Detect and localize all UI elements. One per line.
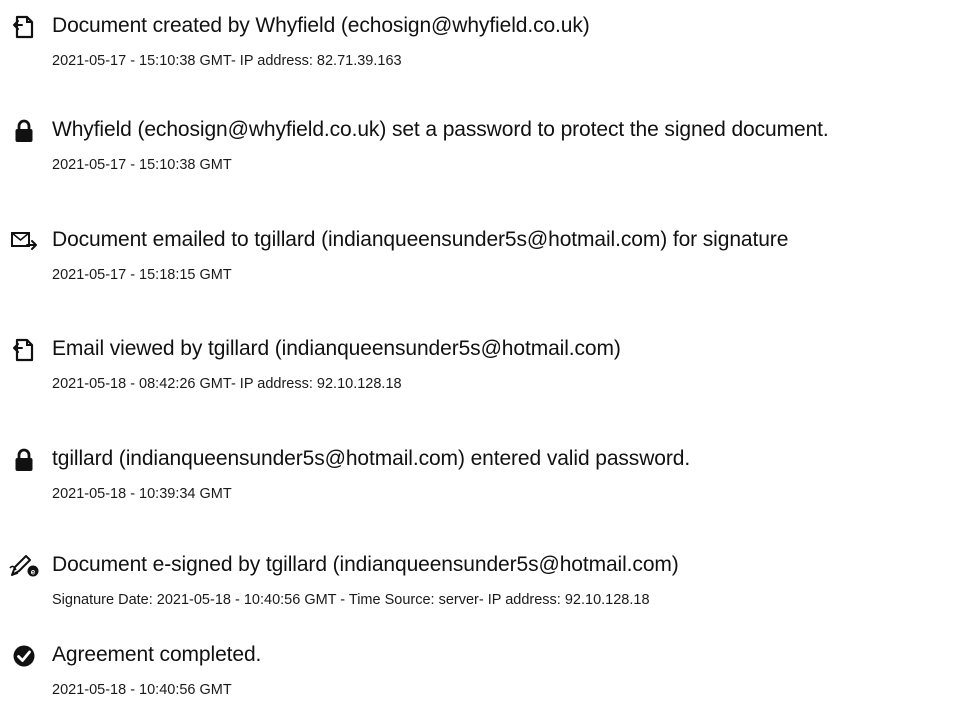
email-sent-icon: [8, 227, 40, 255]
lock-icon: [8, 117, 40, 145]
event-document-e-signed: e Document e-signed by tgillard (indianq…: [0, 550, 973, 620]
event-password-set: Whyfield (echosign@whyfield.co.uk) set a…: [0, 115, 973, 185]
event-description: Agreement completed.: [52, 643, 262, 666]
event-description: Email viewed by tgillard (indianqueensun…: [52, 337, 621, 360]
event-document-emailed: Document emailed to tgillard (indianquee…: [0, 225, 973, 295]
lock-icon: [8, 446, 40, 474]
event-details: 2021-05-18 - 10:39:34 GMT: [52, 486, 232, 502]
document-viewed-icon: [8, 336, 40, 364]
event-details: 2021-05-18 - 08:42:26 GMT- IP address: 9…: [52, 376, 402, 392]
event-email-viewed: Email viewed by tgillard (indianqueensun…: [0, 334, 973, 404]
event-document-created: Document created by Whyfield (echosign@w…: [0, 11, 973, 81]
event-description: Whyfield (echosign@whyfield.co.uk) set a…: [52, 118, 829, 141]
event-details: 2021-05-17 - 15:10:38 GMT- IP address: 8…: [52, 53, 402, 69]
event-details: Signature Date: 2021-05-18 - 10:40:56 GM…: [52, 592, 650, 608]
event-description: Document created by Whyfield (echosign@w…: [52, 14, 590, 37]
check-circle-icon: [8, 642, 40, 670]
e-sign-pen-icon: e: [8, 552, 40, 580]
event-details: 2021-05-17 - 15:18:15 GMT: [52, 267, 232, 283]
event-description: tgillard (indianqueensunder5s@hotmail.co…: [52, 447, 691, 470]
event-description: Document e-signed by tgillard (indianque…: [52, 553, 679, 576]
event-description: Document emailed to tgillard (indianquee…: [52, 228, 789, 251]
document-created-icon: [8, 13, 40, 41]
audit-history: Document created by Whyfield (echosign@w…: [0, 0, 973, 716]
event-details: 2021-05-17 - 15:10:38 GMT: [52, 157, 232, 173]
svg-text:e: e: [31, 568, 36, 577]
event-password-entered: tgillard (indianqueensunder5s@hotmail.co…: [0, 444, 973, 514]
event-agreement-completed: Agreement completed. 2021-05-18 - 10:40:…: [0, 640, 973, 710]
event-details: 2021-05-18 - 10:40:56 GMT: [52, 682, 232, 698]
